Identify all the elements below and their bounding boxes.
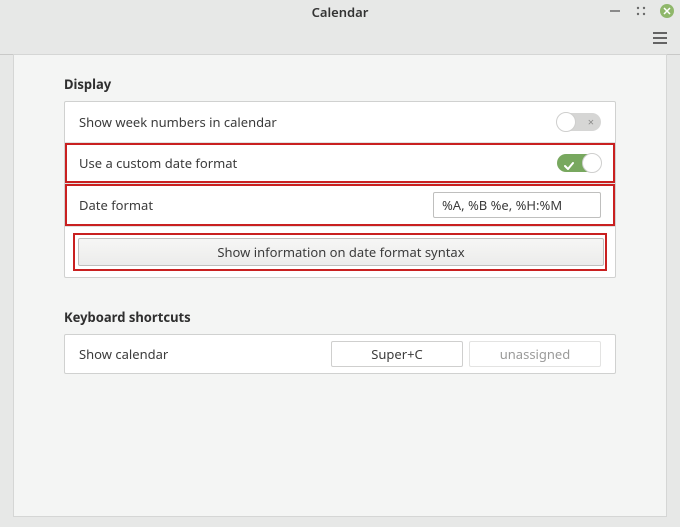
section-title-shortcuts: Keyboard shortcuts [64, 308, 616, 326]
syntax-highlight: Show information on date format syntax [73, 233, 607, 271]
button-date-format-syntax-label: Show information on date format syntax [217, 243, 464, 261]
row-date-format: Date format [65, 183, 615, 226]
label-use-custom-format: Use a custom date format [79, 154, 237, 172]
button-date-format-syntax[interactable]: Show information on date format syntax [78, 238, 604, 266]
display-panel: Show week numbers in calendar × Use a cu… [64, 101, 616, 278]
window-buttons [608, 4, 674, 18]
close-button[interactable] [660, 4, 674, 18]
shortcut-primary[interactable]: Super+C [331, 341, 463, 367]
shortcut-row: Show calendar Super+C unassigned [65, 335, 615, 373]
toggle-show-week-numbers[interactable]: × [557, 113, 601, 131]
content-pane: Display Show week numbers in calendar × … [13, 54, 667, 517]
label-date-format: Date format [79, 196, 153, 214]
input-date-format[interactable] [433, 192, 601, 218]
page: Display Show week numbers in calendar × … [14, 55, 666, 394]
row-show-week-numbers: Show week numbers in calendar × [65, 102, 615, 142]
window-title: Calendar [312, 3, 369, 21]
toolbar [0, 24, 680, 55]
shortcut-label: Show calendar [79, 345, 325, 363]
shortcut-secondary[interactable]: unassigned [469, 341, 601, 367]
label-show-week-numbers: Show week numbers in calendar [79, 113, 277, 131]
toggle-use-custom-format[interactable] [557, 154, 601, 172]
section-title-display: Display [64, 75, 616, 93]
row-syntax-info: Show information on date format syntax [65, 226, 615, 277]
maximize-button[interactable] [634, 4, 648, 18]
minimize-button[interactable] [608, 4, 622, 18]
shortcuts-panel: Show calendar Super+C unassigned [64, 334, 616, 374]
row-use-custom-format: Use a custom date format [65, 142, 615, 183]
titlebar: Calendar [0, 0, 680, 24]
menu-icon[interactable] [652, 32, 670, 46]
